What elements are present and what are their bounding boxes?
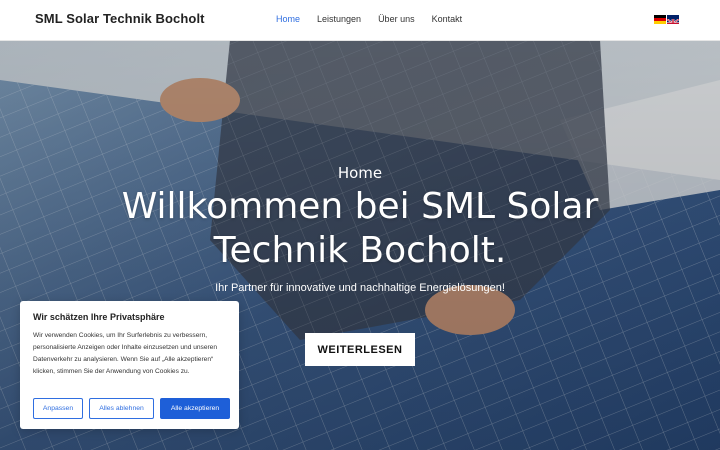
hero-kicker: Home (337, 164, 383, 182)
hero-subtitle: Ihr Partner für innovative und nachhalti… (215, 282, 505, 294)
reject-all-cookies-button[interactable]: Alles ablehnen (89, 398, 154, 419)
de-flag-icon[interactable] (654, 15, 666, 24)
language-switcher (654, 15, 679, 24)
en-flag-icon[interactable] (667, 15, 679, 24)
cookie-title: Wir schätzen Ihre Privatsphäre (33, 312, 165, 322)
nav-home[interactable]: Home (276, 14, 300, 24)
cookie-button-group: Anpassen Alles ablehnen Alle akzeptieren (33, 398, 230, 419)
read-more-button[interactable]: WEITERLESEN (305, 333, 415, 366)
nav-ueber-uns[interactable]: Über uns (378, 14, 415, 24)
cookie-consent-banner: Wir schätzen Ihre Privatsphäre Wir verwe… (20, 301, 239, 429)
cookie-text: Wir verwenden Cookies, um Ihr Surferlebn… (33, 332, 218, 375)
hero-heading: Willkommen bei SML Solar Technik Bocholt… (121, 186, 599, 271)
site-header: SML Solar Technik Bocholt Home Leistunge… (0, 0, 720, 41)
customize-cookies-button[interactable]: Anpassen (33, 398, 83, 419)
accept-all-cookies-button[interactable]: Alle akzeptieren (160, 398, 230, 419)
uk-flag-graphic (667, 18, 679, 24)
site-logo[interactable]: SML Solar Technik Bocholt (35, 11, 205, 26)
main-nav: Home Leistungen Über uns Kontakt (276, 14, 479, 24)
nav-leistungen[interactable]: Leistungen (317, 14, 361, 24)
nav-kontakt[interactable]: Kontakt (432, 14, 463, 24)
